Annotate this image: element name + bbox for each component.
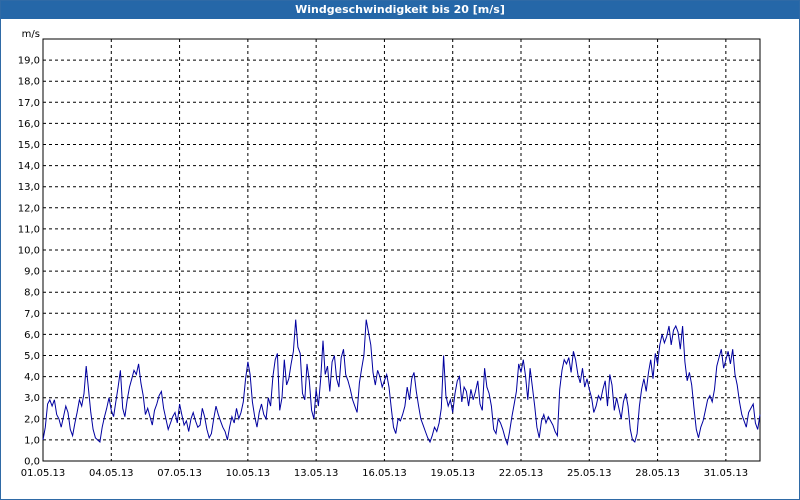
grid-lines	[43, 39, 760, 461]
y-tick-label: 13,0	[18, 182, 40, 193]
window-title: Windgeschwindigkeit bis 20 [m/s]	[1, 1, 799, 19]
x-tick-label: 04.05.13	[89, 468, 134, 479]
y-tick-label: 15,0	[18, 140, 40, 151]
x-tick-label: 22.05.13	[499, 468, 544, 479]
y-tick-label: 17,0	[18, 98, 40, 109]
plot-border	[42, 38, 761, 462]
y-tick-label: 0,0	[24, 457, 40, 468]
x-tick-label: 07.05.13	[157, 468, 202, 479]
x-tick-label: 01.05.13	[21, 468, 66, 479]
y-tick-label: 2,0	[24, 414, 40, 425]
y-tick-label: 7,0	[24, 309, 40, 320]
y-tick-label: 5,0	[24, 351, 40, 362]
x-tick-label: 10.05.13	[226, 468, 271, 479]
y-tick-label: 8,0	[24, 288, 40, 299]
x-tick-label: 31.05.13	[704, 468, 749, 479]
x-tick-label: 19.05.13	[430, 468, 475, 479]
y-axis-label: m/s	[22, 29, 40, 40]
x-tick-label: 13.05.13	[294, 468, 339, 479]
wind-speed-chart: 0,0 1,0 2,0 3,0 4,0 5,0 6,0 7,0 8,0 9,0 10,0 11,0 12…	[18, 29, 761, 479]
y-tick-label: 19,0	[18, 56, 40, 67]
y-tick-label: 3,0	[24, 393, 40, 404]
chart-window: Windgeschwindigkeit bis 20 [m/s] 0,0 1,0 2…	[0, 0, 800, 500]
y-tick-label: 14,0	[18, 161, 40, 172]
y-tick-label: 9,0	[24, 267, 40, 278]
x-tick-label: 16.05.13	[362, 468, 407, 479]
y-tick-label: 4,0	[24, 372, 40, 383]
x-tick-label: 25.05.13	[567, 468, 612, 479]
y-tick-label: 1,0	[24, 435, 40, 446]
y-tick-label: 11,0	[18, 224, 40, 235]
y-tick-label: 12,0	[18, 203, 40, 214]
y-tick-label: 10,0	[18, 246, 40, 257]
y-tick-label: 16,0	[18, 119, 40, 130]
y-tick-label: 18,0	[18, 77, 40, 88]
y-tick-label: 6,0	[24, 330, 40, 341]
series-line	[42, 319, 761, 447]
x-tick-label: 28.05.13	[635, 468, 680, 479]
